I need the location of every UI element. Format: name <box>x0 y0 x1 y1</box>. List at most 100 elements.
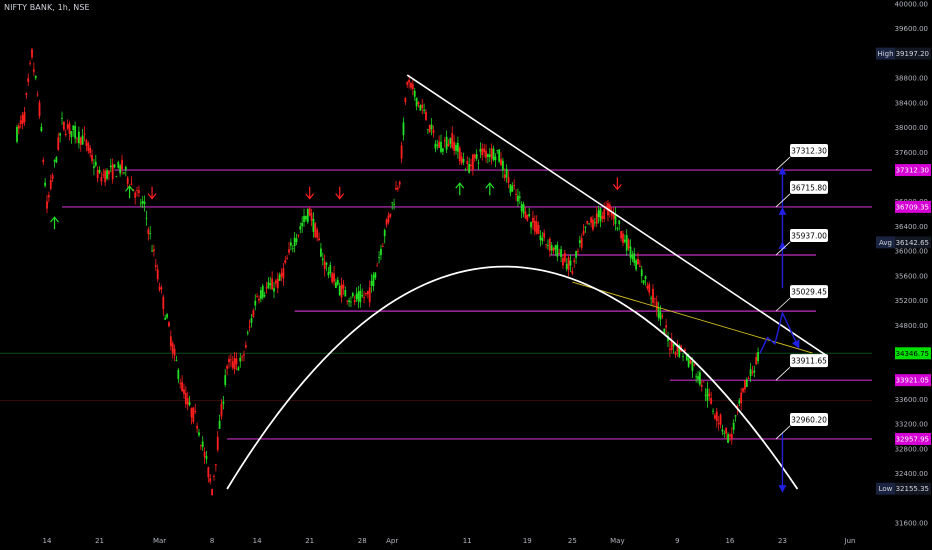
candle <box>353 295 356 306</box>
candle-body <box>655 301 658 310</box>
candle <box>171 340 174 359</box>
candle-body <box>419 105 422 111</box>
candle <box>667 331 669 348</box>
candle <box>173 344 176 362</box>
candle-body <box>573 260 576 262</box>
candle-body <box>94 161 97 166</box>
candle <box>419 104 422 111</box>
x-tick-label: Mar <box>153 537 166 545</box>
candle-body <box>220 403 223 417</box>
candle-body <box>290 242 292 246</box>
candle <box>357 285 360 309</box>
candle-body <box>646 285 649 289</box>
candle-body <box>509 184 512 193</box>
candle-body <box>169 336 172 347</box>
candle <box>303 208 305 227</box>
candle-body <box>473 154 476 159</box>
candle <box>93 158 95 176</box>
candle <box>31 48 33 60</box>
low-price-badge-tag: Low <box>879 485 893 493</box>
candle <box>29 60 32 66</box>
candle <box>738 398 741 406</box>
candle-body <box>481 148 484 156</box>
candle-body <box>91 154 93 162</box>
candle-body <box>316 229 319 238</box>
candle <box>348 297 350 307</box>
candle-body <box>436 144 439 146</box>
candle <box>530 221 532 235</box>
candle-body <box>226 366 229 369</box>
candle-body <box>151 250 153 252</box>
candle <box>274 278 277 288</box>
candle <box>513 179 516 190</box>
candle <box>229 353 232 367</box>
candle <box>276 272 279 294</box>
candle-body <box>595 213 598 224</box>
rounding-arc <box>226 265 799 490</box>
price-note-label: 33911.65 <box>791 357 827 366</box>
y-tick-label: 33600.00 <box>895 396 928 404</box>
candle-body <box>443 140 446 142</box>
candle-body <box>44 182 47 186</box>
candle <box>121 154 123 175</box>
candle-body <box>511 185 514 192</box>
candle-body <box>616 227 619 229</box>
candle-body <box>305 215 307 220</box>
candle-body <box>586 220 589 224</box>
candle <box>164 314 167 320</box>
candle <box>21 111 24 130</box>
down-arrow-marker <box>147 186 157 200</box>
candle-body <box>203 451 206 457</box>
candle-body <box>438 141 441 148</box>
candle-body <box>162 296 165 310</box>
candle <box>203 447 206 464</box>
candlestick-chart[interactable]: 37312.30 36715.80 35937.00 35029.45 33911.65… <box>0 0 932 550</box>
candle-body <box>16 126 18 142</box>
candle <box>488 148 491 163</box>
candle <box>263 291 266 298</box>
candle-body <box>710 398 713 404</box>
candle-body <box>428 124 431 133</box>
candle <box>520 201 523 219</box>
candle <box>308 206 311 217</box>
candle <box>318 232 320 241</box>
candle-body <box>288 249 290 253</box>
candle <box>552 247 555 254</box>
candle-body <box>106 170 108 179</box>
candle <box>702 381 705 383</box>
candle-body <box>492 148 495 161</box>
candle-body <box>109 165 112 168</box>
candle-body <box>697 376 699 380</box>
candle <box>496 149 499 154</box>
candle <box>267 277 270 290</box>
candle-body <box>682 355 684 357</box>
candle-body <box>183 389 185 394</box>
price-note-label: 35937.00 <box>791 232 827 241</box>
candle <box>468 157 471 174</box>
price-note-level-35029: 35029.45 <box>775 285 828 312</box>
candle <box>460 152 463 166</box>
candle-body <box>532 217 534 223</box>
x-tick-label: 16 <box>725 537 734 545</box>
candle <box>94 154 97 168</box>
candle <box>113 164 116 169</box>
candle-body <box>196 425 198 429</box>
candle-body <box>199 445 202 446</box>
candle <box>635 258 638 272</box>
candle-body <box>214 464 217 466</box>
candle-body <box>470 164 472 167</box>
candle-body <box>357 291 360 302</box>
candle-body <box>213 475 215 477</box>
candle-body <box>194 410 197 413</box>
candle <box>108 170 110 181</box>
candle-body <box>548 238 551 251</box>
candle <box>104 168 107 187</box>
candle-body <box>406 82 409 85</box>
candle-body <box>393 204 395 205</box>
candle <box>665 318 668 335</box>
candle-body <box>299 226 302 230</box>
candle <box>211 488 214 496</box>
candle-body <box>704 394 707 396</box>
candle-body <box>89 147 92 153</box>
high-price-badge: 39197.20High <box>876 47 931 60</box>
